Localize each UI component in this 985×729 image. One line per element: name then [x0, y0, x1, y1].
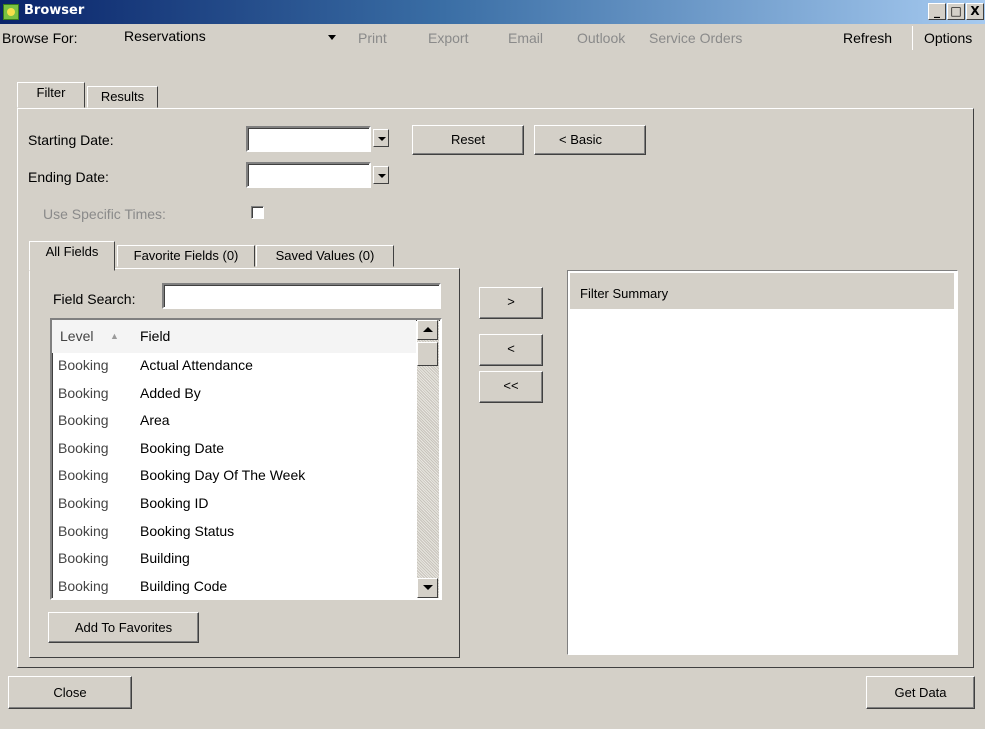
list-item-field: Booking Date — [140, 439, 225, 456]
add-to-favorites-button[interactable]: Add To Favorites — [48, 612, 199, 643]
list-item-field: Building — [140, 550, 190, 567]
outlook-button[interactable]: Outlook — [577, 28, 625, 48]
list-item-field: Area — [140, 412, 170, 429]
list-item-level: Booking — [58, 522, 109, 539]
service-orders-button[interactable]: Service Orders — [649, 28, 742, 48]
minimize-button[interactable]: _ — [928, 3, 946, 20]
tab-favorite-fields[interactable]: Favorite Fields (0) — [117, 245, 255, 267]
title-bar[interactable]: Browser _ □ X — [0, 0, 985, 24]
tab-results[interactable]: Results — [87, 86, 158, 108]
email-button[interactable]: Email — [508, 28, 543, 48]
field-list[interactable]: Level ▲ Field Booking Actual Attendance Bo… — [50, 318, 442, 600]
field-search-input[interactable] — [162, 283, 441, 309]
use-specific-times-label: Use Specific Times: — [43, 206, 166, 222]
add-filter-button[interactable]: > — [479, 287, 543, 319]
ending-date-label: Ending Date: — [28, 169, 109, 185]
toolbar-separator — [912, 26, 913, 50]
tab-filter[interactable]: Filter — [17, 82, 85, 108]
get-data-button[interactable]: Get Data — [866, 676, 975, 709]
print-button[interactable]: Print — [358, 28, 387, 48]
list-item-field: Booking Status — [140, 522, 235, 539]
list-item[interactable]: Booking Building — [52, 547, 416, 570]
list-item-level: Booking — [58, 495, 109, 511]
filter-summary-title: Filter Summary — [580, 286, 669, 301]
list-item-field: Added By — [140, 384, 201, 401]
close-window-button[interactable]: X — [966, 3, 984, 20]
ending-date-dropdown[interactable] — [373, 166, 389, 184]
sort-ascending-icon: ▲ — [110, 331, 119, 341]
list-item-field: Actual Attendance — [140, 357, 253, 373]
list-item-field: Booking Day Of The Week — [140, 467, 306, 484]
field-search-label: Field Search: — [53, 291, 136, 307]
remove-filter-button[interactable]: < — [479, 334, 543, 366]
list-item[interactable]: Booking Booking ID — [52, 492, 416, 515]
scroll-up-button[interactable] — [417, 320, 438, 340]
reset-button[interactable]: Reset — [412, 125, 524, 155]
tab-all-fields[interactable]: All Fields — [29, 241, 115, 271]
use-specific-times-checkbox[interactable] — [251, 206, 264, 219]
list-item-level: Booking — [58, 577, 109, 594]
filter-summary-box[interactable]: Filter Summary — [567, 270, 958, 655]
list-item[interactable]: Booking Booking Day Of The Week — [52, 464, 416, 487]
tab-saved-values[interactable]: Saved Values (0) — [256, 245, 394, 267]
list-item[interactable]: Booking Booking Status — [52, 520, 416, 543]
browse-for-value: Reservations — [124, 28, 206, 44]
options-button[interactable]: Options — [924, 28, 972, 48]
column-level[interactable]: Level — [60, 320, 93, 353]
list-item-level: Booking — [58, 467, 109, 484]
list-item[interactable]: Booking Area — [52, 409, 416, 432]
list-item[interactable]: Booking Booking Date — [52, 437, 416, 460]
list-item-level: Booking — [58, 412, 109, 429]
chevron-down-icon — [328, 35, 336, 40]
basic-button[interactable]: < Basic — [534, 125, 646, 155]
filter-summary-header: Filter Summary — [570, 273, 954, 309]
list-item-level: Booking — [58, 357, 109, 373]
list-item[interactable]: Booking Building Code — [52, 575, 416, 598]
list-header: Level ▲ Field — [52, 320, 416, 353]
scroll-thumb[interactable] — [417, 342, 438, 366]
close-button[interactable]: Close — [8, 676, 132, 709]
ending-date-input[interactable] — [246, 162, 371, 188]
starting-date-dropdown[interactable] — [373, 129, 389, 147]
list-item-level: Booking — [58, 550, 109, 567]
list-item-field: Building Code — [140, 577, 228, 594]
browse-for-label: Browse For: — [2, 30, 78, 46]
list-item[interactable]: Booking Added By — [52, 382, 416, 405]
export-button[interactable]: Export — [428, 28, 468, 48]
scroll-down-button[interactable] — [417, 578, 438, 598]
browse-for-dropdown[interactable]: Reservations — [118, 26, 344, 48]
list-item-level: Booking — [58, 439, 109, 456]
remove-all-filters-button[interactable]: << — [479, 371, 543, 403]
column-field[interactable]: Field — [140, 320, 170, 353]
maximize-button[interactable]: □ — [947, 3, 965, 20]
list-item-field: Booking ID — [140, 495, 209, 511]
list-item-level: Booking — [58, 384, 109, 401]
window-title: Browser — [24, 3, 85, 18]
refresh-button[interactable]: Refresh — [843, 28, 892, 48]
starting-date-label: Starting Date: — [28, 132, 114, 148]
app-icon — [3, 4, 19, 20]
starting-date-input[interactable] — [246, 126, 371, 152]
list-item[interactable]: Booking Actual Attendance — [52, 354, 416, 377]
